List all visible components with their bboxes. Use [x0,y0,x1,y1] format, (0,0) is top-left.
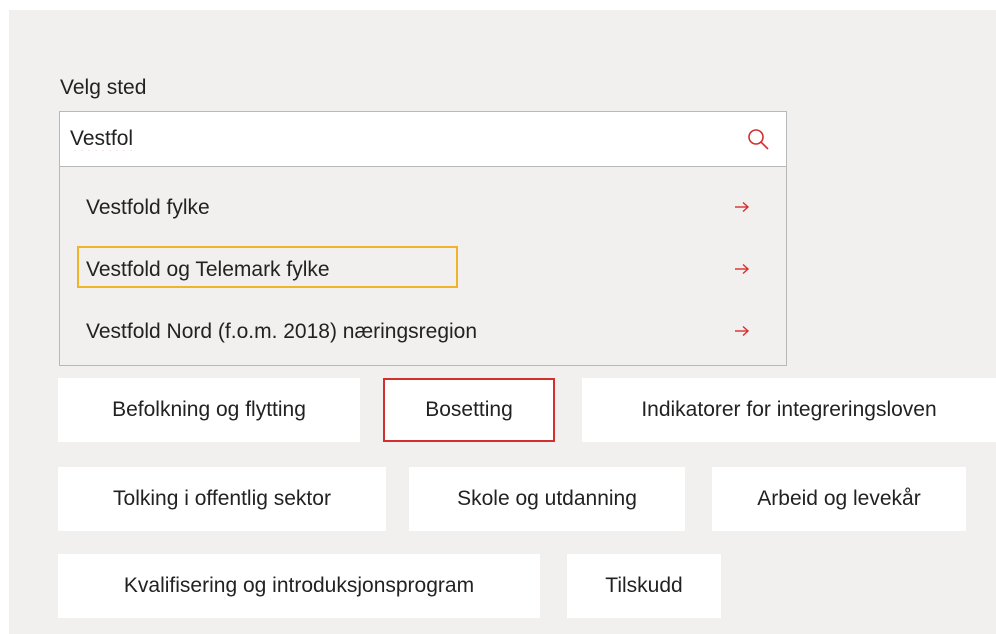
suggestion-label: Vestfold fylke [86,196,210,219]
suggestion-label: Vestfold og Telemark fylke [86,258,330,281]
place-search-box[interactable] [59,111,787,167]
topic-skole-og-utdanning[interactable]: Skole og utdanning [409,467,685,531]
topic-bosetting[interactable]: Bosetting [383,378,555,442]
topic-kvalifisering-og-introduksjonsprogram[interactable]: Kvalifisering og introduksjonsprogram [58,554,540,618]
suggestion-item-focused[interactable]: Vestfold og Telemark fylke [60,243,786,299]
place-label: Velg sted [60,76,147,99]
arrow-right-icon [735,263,750,275]
search-icon[interactable] [746,127,770,151]
arrow-right-icon [735,201,750,213]
topic-tolking-i-offentlig-sektor[interactable]: Tolking i offentlig sektor [58,467,386,531]
topic-befolkning-og-flytting[interactable]: Befolkning og flytting [58,378,360,442]
arrow-right-icon [735,325,750,337]
suggestion-item[interactable]: Vestfold fylke [60,181,786,237]
suggestion-item[interactable]: Vestfold Nord (f.o.m. 2018) næringsregio… [60,305,786,361]
place-search-input[interactable] [70,124,710,154]
topic-tilskudd[interactable]: Tilskudd [567,554,721,618]
topic-arbeid-og-levekar[interactable]: Arbeid og levekår [712,467,966,531]
suggestion-list: Vestfold fylke Vestfold og Telemark fylk… [59,167,787,366]
suggestion-label: Vestfold Nord (f.o.m. 2018) næringsregio… [86,320,478,343]
topic-indikatorer-for-integreringsloven[interactable]: Indikatorer for integreringsloven [582,378,996,442]
